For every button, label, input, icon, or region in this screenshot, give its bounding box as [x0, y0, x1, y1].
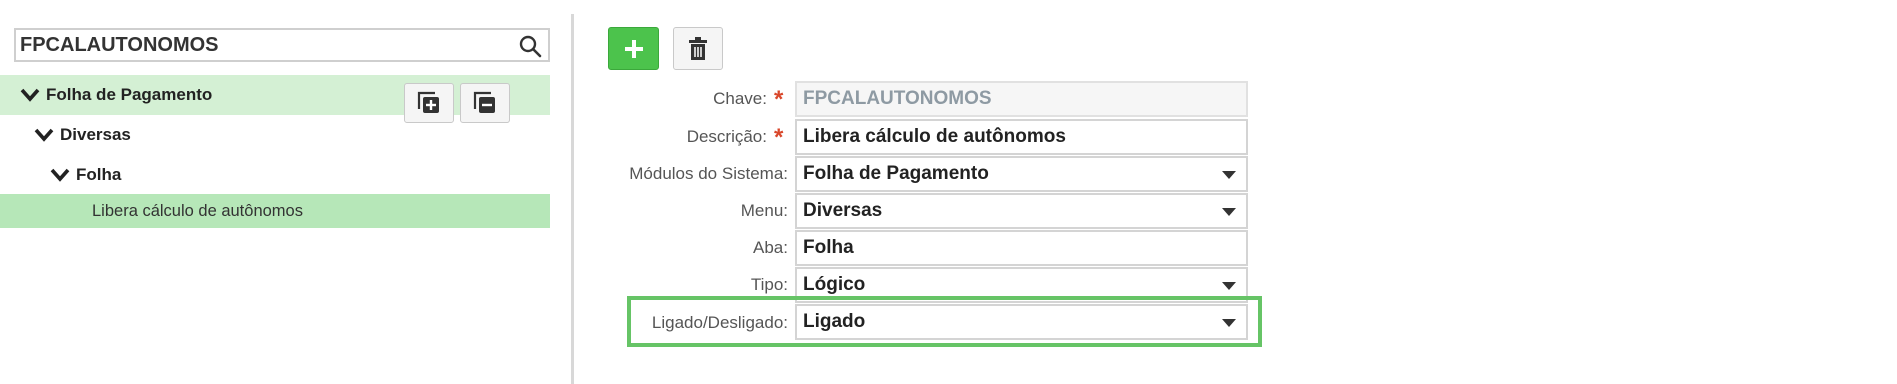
dropdown-caret-icon[interactable]: [1222, 208, 1236, 216]
descricao-field[interactable]: Libera cálculo de autônomos: [795, 119, 1248, 155]
search-input[interactable]: [20, 32, 500, 58]
chave-value: FPCALAUTONOMOS: [803, 88, 992, 109]
tree-node-label: Folha: [76, 165, 122, 184]
panel-divider[interactable]: [571, 14, 574, 384]
tipo-value: Lógico: [803, 274, 866, 295]
aba-value: Folha: [803, 237, 854, 258]
tree-node-label: Folha de Pagamento: [46, 85, 213, 104]
search-box[interactable]: [14, 28, 550, 62]
chevron-down-icon[interactable]: [50, 168, 70, 182]
plus-icon: [624, 39, 643, 58]
add-button[interactable]: [608, 27, 659, 70]
aba-field[interactable]: Folha: [795, 230, 1248, 266]
chave-field[interactable]: FPCALAUTONOMOS: [795, 81, 1248, 117]
modulos-select[interactable]: Folha de Pagamento: [795, 156, 1248, 192]
descricao-label: Descrição:: [686, 127, 767, 146]
descricao-value: Libera cálculo de autônomos: [803, 126, 1066, 147]
search-icon[interactable]: [518, 34, 542, 58]
delete-button[interactable]: [673, 27, 723, 70]
collapse-all-icon: [473, 91, 495, 113]
tree-node-libera-calculo[interactable]: Libera cálculo de autônomos: [0, 194, 550, 228]
menu-value: Diversas: [803, 200, 883, 221]
menu-select[interactable]: Diversas: [795, 193, 1248, 229]
chevron-down-icon[interactable]: [34, 128, 54, 142]
tree-node-label: Diversas: [60, 125, 131, 144]
required-mark: *: [774, 124, 784, 151]
ligado-select[interactable]: Ligado: [795, 304, 1248, 340]
tree-node-diversas[interactable]: Diversas: [0, 115, 550, 155]
dropdown-caret-icon[interactable]: [1222, 319, 1236, 327]
chave-label: Chave:: [713, 89, 767, 108]
expand-all-icon: [417, 91, 439, 113]
modulos-label: Módulos do Sistema:: [629, 164, 788, 183]
ligado-value: Ligado: [803, 311, 866, 332]
dropdown-caret-icon[interactable]: [1222, 282, 1236, 290]
aba-label: Aba:: [753, 238, 788, 257]
tree-node-folha[interactable]: Folha: [0, 155, 550, 195]
required-mark: *: [774, 86, 784, 113]
ligado-label: Ligado/Desligado:: [651, 313, 788, 332]
trash-icon: [689, 36, 707, 60]
tree-node-label: Libera cálculo de autônomos: [92, 201, 303, 220]
tipo-label: Tipo:: [750, 275, 788, 294]
chevron-down-icon[interactable]: [20, 88, 40, 102]
menu-label: Menu:: [740, 201, 788, 220]
modulos-value: Folha de Pagamento: [803, 163, 989, 184]
dropdown-caret-icon[interactable]: [1222, 171, 1236, 179]
